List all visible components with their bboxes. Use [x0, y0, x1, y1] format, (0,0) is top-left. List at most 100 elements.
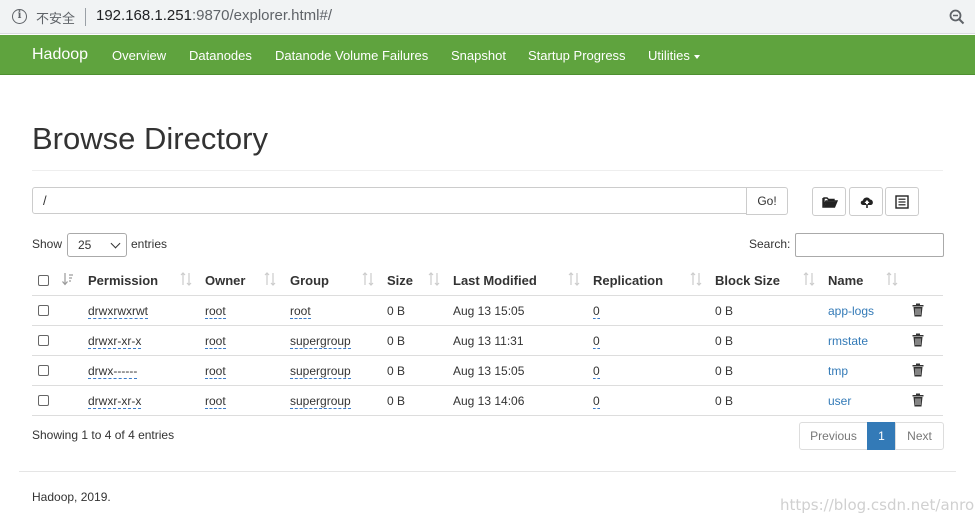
nav-utilities-label: Utilities [648, 48, 690, 63]
cut-paste-button[interactable] [885, 187, 919, 216]
browser-address-bar: i 不安全 192.168.1.251:9870/explorer.html#/ [0, 0, 975, 34]
entries-per-page-select[interactable]: 25 [67, 233, 127, 257]
search-label: Search: [749, 237, 791, 251]
trash-icon[interactable] [912, 333, 924, 347]
size-cell: 0 B [387, 334, 406, 348]
column-header-name[interactable]: Name [828, 273, 863, 288]
column-header-block-size[interactable]: Block Size [715, 273, 780, 288]
upload-button[interactable] [849, 187, 883, 216]
navbar-brand[interactable]: Hadoop [32, 46, 88, 64]
block-size-cell: 0 B [715, 304, 734, 318]
row-checkbox[interactable] [38, 335, 49, 346]
name-link[interactable]: app-logs [828, 304, 874, 318]
footer-text: Hadoop, 2019. [32, 490, 111, 504]
column-header-group[interactable]: Group [290, 273, 329, 288]
select-all-checkbox[interactable] [38, 275, 49, 286]
last-modified-cell: Aug 13 11:31 [453, 334, 524, 348]
row-checkbox[interactable] [38, 365, 49, 376]
replication-cell[interactable]: 0 [593, 394, 600, 409]
block-size-cell: 0 B [715, 394, 734, 408]
caret-down-icon [693, 54, 700, 59]
last-modified-cell: Aug 13 15:05 [453, 304, 525, 318]
column-header-size[interactable]: Size [387, 273, 413, 288]
replication-cell[interactable]: 0 [593, 364, 600, 379]
name-link[interactable]: tmp [828, 364, 848, 378]
group-cell[interactable]: root [290, 304, 311, 319]
permission-cell[interactable]: drwx------ [88, 364, 138, 379]
list-icon [895, 195, 909, 209]
table-header: Permission Owner Group Size Last Modifie… [32, 264, 943, 296]
owner-cell[interactable]: root [205, 394, 226, 409]
top-navbar: Hadoop Overview Datanodes Datanode Volum… [0, 35, 975, 75]
replication-cell[interactable]: 0 [593, 334, 600, 349]
block-size-cell: 0 B [715, 364, 734, 378]
column-header-last-modified[interactable]: Last Modified [453, 273, 537, 288]
last-modified-cell: Aug 13 15:05 [453, 364, 525, 378]
column-header-permission[interactable]: Permission [88, 273, 158, 288]
url-host: 192.168.1.251 [96, 7, 192, 24]
name-link[interactable]: rmstate [828, 334, 868, 348]
nav-startup-progress[interactable]: Startup Progress [528, 48, 626, 63]
sort-icon[interactable] [180, 272, 192, 286]
table-row: drwxr-xr-x root supergroup 0 B Aug 13 11… [32, 326, 943, 356]
sort-icon[interactable] [264, 272, 276, 286]
security-label[interactable]: 不安全 [36, 8, 75, 27]
info-icon[interactable]: i [12, 9, 27, 24]
address-separator [85, 8, 86, 26]
page-1-button[interactable]: 1 [867, 422, 896, 450]
permission-cell[interactable]: drwxr-xr-x [88, 334, 142, 349]
folder-open-icon [822, 197, 838, 208]
directory-path-input[interactable]: / [32, 187, 747, 214]
size-cell: 0 B [387, 364, 406, 378]
show-label: Show [32, 237, 63, 251]
row-checkbox[interactable] [38, 395, 49, 406]
block-size-cell: 0 B [715, 334, 734, 348]
url-field[interactable]: 192.168.1.251:9870/explorer.html#/ [96, 7, 332, 24]
size-cell: 0 B [387, 304, 406, 318]
sort-icon[interactable] [886, 272, 898, 286]
column-header-owner[interactable]: Owner [205, 273, 245, 288]
permission-cell[interactable]: drwxrwxrwt [88, 304, 148, 319]
table-row: drwxr-xr-x root supergroup 0 B Aug 13 14… [32, 386, 943, 416]
owner-cell[interactable]: root [205, 364, 226, 379]
row-checkbox[interactable] [38, 305, 49, 316]
sort-icon[interactable] [568, 272, 580, 286]
group-cell[interactable]: supergroup [290, 394, 351, 409]
trash-icon[interactable] [912, 393, 924, 407]
title-divider [32, 170, 943, 171]
page-title: Browse Directory [32, 121, 268, 156]
owner-cell[interactable]: root [205, 304, 226, 319]
previous-page-button[interactable]: Previous [799, 422, 868, 450]
create-directory-button[interactable] [812, 187, 846, 216]
name-link[interactable]: user [828, 394, 851, 408]
nav-overview[interactable]: Overview [112, 48, 166, 63]
trash-icon[interactable] [912, 363, 924, 377]
search-input[interactable] [795, 233, 944, 257]
owner-cell[interactable]: root [205, 334, 226, 349]
table-row: drwxrwxrwt root root 0 B Aug 13 15:05 0 … [32, 296, 943, 326]
table-info: Showing 1 to 4 of 4 entries [32, 428, 175, 442]
nav-datanode-volume-failures[interactable]: Datanode Volume Failures [275, 48, 428, 63]
replication-cell[interactable]: 0 [593, 304, 600, 319]
entries-label: entries [131, 237, 168, 251]
footer-divider [19, 471, 956, 472]
nav-utilities-dropdown[interactable]: Utilities [648, 48, 700, 63]
sort-icon[interactable] [803, 272, 815, 286]
sort-icon[interactable] [690, 272, 702, 286]
group-cell[interactable]: supergroup [290, 364, 351, 379]
group-cell[interactable]: supergroup [290, 334, 351, 349]
trash-icon[interactable] [912, 303, 924, 317]
column-header-replication[interactable]: Replication [593, 273, 663, 288]
zoom-icon[interactable] [948, 8, 966, 26]
entries-select-value: 25 [78, 238, 92, 252]
permission-cell[interactable]: drwxr-xr-x [88, 394, 142, 409]
nav-snapshot[interactable]: Snapshot [451, 48, 506, 63]
sort-icon[interactable] [362, 272, 374, 286]
sort-icon[interactable] [428, 272, 440, 286]
sort-icon[interactable] [62, 272, 74, 286]
chevron-down-icon [110, 238, 121, 249]
table-row: drwx------ root supergroup 0 B Aug 13 15… [32, 356, 943, 386]
go-button[interactable]: Go! [746, 187, 788, 215]
nav-datanodes[interactable]: Datanodes [189, 48, 252, 63]
next-page-button[interactable]: Next [895, 422, 944, 450]
